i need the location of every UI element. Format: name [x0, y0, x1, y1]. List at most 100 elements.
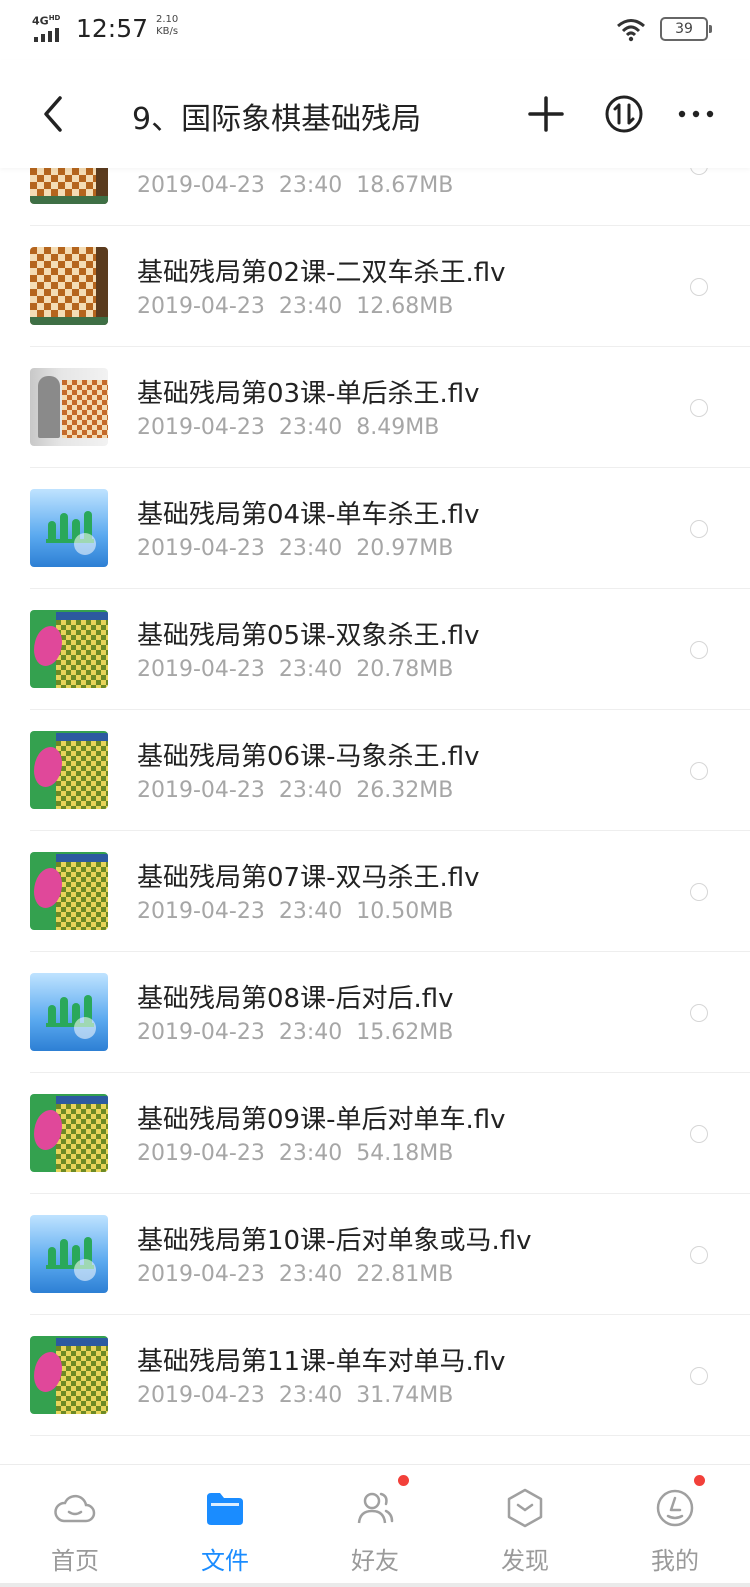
select-checkbox[interactable]: [690, 168, 708, 175]
nav-item-me[interactable]: 我的: [600, 1465, 750, 1587]
file-row[interactable]: 基础残局第04课-单车杀王.flv 2019-04-23 23:40 20.97M…: [0, 468, 750, 589]
profile-icon: [656, 1489, 694, 1527]
file-meta: 2019-04-23 23:40 12.68MB: [137, 294, 453, 319]
me-badge-dot: [694, 1475, 705, 1486]
folder-icon: [207, 1493, 243, 1525]
file-size: 22.81MB: [356, 1262, 454, 1287]
file-size: 26.32MB: [356, 778, 454, 803]
nav-item-home[interactable]: 首页: [0, 1465, 150, 1587]
file-date: 2019-04-23: [137, 657, 265, 682]
video-thumbnail: [30, 852, 108, 930]
file-date: 2019-04-23: [137, 294, 265, 319]
file-size: 20.78MB: [356, 657, 454, 682]
file-row[interactable]: 基础残局第02课-二双车杀王.flv 2019-04-23 23:40 12.68…: [0, 226, 750, 347]
file-time: 23:40: [278, 657, 343, 682]
app-header: 9、国际象棋基础残局: [0, 60, 750, 168]
friends-badge-dot: [398, 1475, 409, 1486]
select-checkbox[interactable]: [690, 1246, 708, 1264]
file-time: 23:40: [278, 173, 343, 198]
file-date: 2019-04-23: [137, 173, 265, 198]
video-thumbnail: [30, 731, 108, 809]
file-time: 23:40: [278, 1020, 343, 1045]
file-size: 18.67MB: [356, 173, 454, 198]
file-row[interactable]: 基础残局第09课-单后对单车.flv 2019-04-23 23:40 54.18…: [0, 1073, 750, 1194]
file-size: 10.50MB: [356, 899, 454, 924]
file-meta: 2019-04-23 23:40 8.49MB: [137, 415, 439, 440]
video-thumbnail: [30, 610, 108, 688]
discover-hexagon-icon: [507, 1488, 543, 1528]
file-row[interactable]: 基础残局第11课-单车对单马.flv 2019-04-23 23:40 31.74…: [0, 1315, 750, 1436]
file-name: 基础残局第11课-单车对单马.flv: [137, 1347, 506, 1377]
file-size: 20.97MB: [356, 536, 454, 561]
friends-icon: [357, 1492, 394, 1524]
back-arrow-icon[interactable]: [30, 90, 78, 138]
file-row[interactable]: 基础残局第05课-双象杀王.flv 2019-04-23 23:40 20.78M…: [0, 589, 750, 710]
file-meta: 2019-04-23 23:40 54.18MB: [137, 1141, 453, 1166]
file-meta: 2019-04-23 23:40 10.50MB: [137, 899, 453, 924]
file-size: 8.49MB: [356, 415, 440, 440]
video-thumbnail: [30, 1336, 108, 1414]
file-row[interactable]: 基础残局第01课-二后车杀王.flv2019-04-23 23:40 18.67…: [0, 168, 750, 226]
sort-swap-icon[interactable]: [600, 90, 648, 138]
file-size: 31.74MB: [356, 1383, 454, 1408]
wifi-icon: [617, 19, 645, 42]
select-checkbox[interactable]: [690, 1125, 708, 1143]
file-time: 23:40: [278, 1141, 343, 1166]
select-checkbox[interactable]: [690, 520, 708, 538]
video-thumbnail: [30, 368, 108, 446]
page-title: 9、国际象棋基础残局: [132, 102, 422, 137]
select-checkbox[interactable]: [690, 399, 708, 417]
clock: 12:57: [76, 14, 149, 43]
nav-label: 文件: [201, 1547, 249, 1575]
video-thumbnail: [30, 168, 108, 204]
file-list[interactable]: 基础残局第01课-二后车杀王.flv2019-04-23 23:40 18.67…: [0, 168, 750, 1464]
plus-icon[interactable]: [522, 90, 570, 138]
file-name: 基础残局第09课-单后对单车.flv: [137, 1105, 506, 1135]
file-date: 2019-04-23: [137, 1262, 265, 1287]
nav-label: 我的: [651, 1547, 699, 1575]
file-date: 2019-04-23: [137, 536, 265, 561]
nav-item-discover[interactable]: 发现: [450, 1465, 600, 1587]
file-row[interactable]: 基础残局第07课-双马杀王.flv 2019-04-23 23:40 10.50M…: [0, 831, 750, 952]
file-name: 基础残局第03课-单后杀王.flv: [137, 379, 480, 409]
nav-label: 发现: [501, 1547, 549, 1575]
network-type: 4GHD: [32, 14, 61, 28]
file-name: 基础残局第04课-单车杀王.flv: [137, 500, 480, 530]
file-meta: 2019-04-23 23:40 15.62MB: [137, 1020, 453, 1045]
more-dots-icon[interactable]: [672, 90, 720, 138]
select-checkbox[interactable]: [690, 1004, 708, 1022]
video-thumbnail: [30, 1215, 108, 1293]
nav-item-files[interactable]: 文件: [150, 1465, 300, 1587]
file-size: 12.68MB: [356, 294, 454, 319]
file-name: 基础残局第02课-二双车杀王.flv: [137, 258, 506, 288]
battery-indicator: 39: [660, 17, 712, 41]
file-row[interactable]: 基础残局第03课-单后杀王.flv 2019-04-23 23:40 8.49MB: [0, 347, 750, 468]
file-name: 基础残局第07课-双马杀王.flv: [137, 863, 480, 893]
file-time: 23:40: [278, 899, 343, 924]
file-meta: 2019-04-23 23:40 31.74MB: [137, 1383, 453, 1408]
select-checkbox[interactable]: [690, 641, 708, 659]
nav-label: 首页: [51, 1547, 99, 1575]
nav-label: 好友: [351, 1547, 399, 1575]
select-checkbox[interactable]: [690, 762, 708, 780]
file-time: 23:40: [278, 415, 343, 440]
select-checkbox[interactable]: [690, 883, 708, 901]
select-checkbox[interactable]: [690, 278, 708, 296]
cloud-home-icon: [54, 1494, 96, 1523]
file-date: 2019-04-23: [137, 778, 265, 803]
file-date: 2019-04-23: [137, 1020, 265, 1045]
select-checkbox[interactable]: [690, 1367, 708, 1385]
file-row[interactable]: 基础残局第08课-后对后.flv 2019-04-23 23:40 15.62MB: [0, 952, 750, 1073]
file-date: 2019-04-23: [137, 1383, 265, 1408]
file-row[interactable]: 基础残局第10课-后对单象或马.flv 2019-04-23 23:40 22.8…: [0, 1194, 750, 1315]
nav-item-friends[interactable]: 好友: [300, 1465, 450, 1587]
gesture-bar: [0, 1583, 750, 1587]
file-time: 23:40: [278, 1262, 343, 1287]
network-speed: 2.10 KB/s: [156, 14, 179, 37]
signal-icon: [34, 28, 66, 42]
file-time: 23:40: [278, 536, 343, 561]
file-row[interactable]: 基础残局第06课-马象杀王.flv 2019-04-23 23:40 26.32M…: [0, 710, 750, 831]
video-thumbnail: [30, 247, 108, 325]
file-date: 2019-04-23: [137, 1141, 265, 1166]
file-name: 基础残局第05课-双象杀王.flv: [137, 621, 480, 651]
